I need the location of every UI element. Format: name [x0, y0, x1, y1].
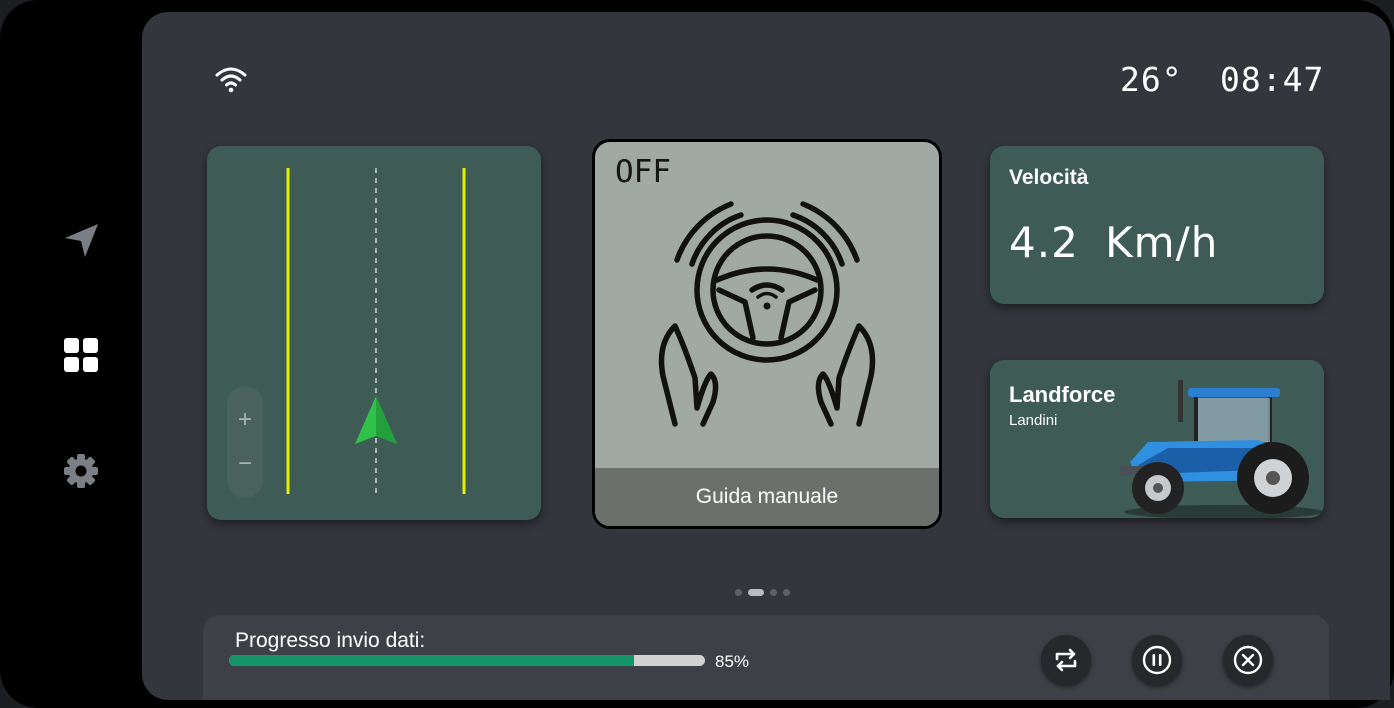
sidebar	[0, 0, 142, 708]
dashboard-button[interactable]	[56, 330, 106, 380]
steering-mode-label: Guida manuale	[595, 468, 939, 526]
pause-button[interactable]	[1132, 635, 1182, 685]
tractor-image	[1120, 380, 1324, 518]
page-indicator	[735, 588, 790, 596]
gear-icon	[64, 454, 98, 488]
cancel-button[interactable]	[1223, 635, 1273, 685]
upload-percent: 85%	[715, 652, 750, 671]
speed-card: Velocità 4.2 Km/h	[990, 146, 1324, 304]
upload-progress-track	[229, 655, 705, 666]
map-card[interactable]: + −	[207, 146, 541, 520]
zoom-in-button[interactable]: +	[227, 406, 263, 434]
vehicle-brand: Landini	[1009, 412, 1058, 429]
temperature: 26°	[1120, 60, 1183, 99]
navigation-button[interactable]	[56, 215, 106, 265]
pause-circle-icon	[1142, 645, 1172, 675]
page-dot[interactable]	[735, 588, 742, 596]
hands-on-steering-wheel-icon	[658, 201, 876, 427]
wifi-status	[214, 64, 248, 94]
page-dot-active[interactable]	[748, 588, 764, 596]
direction-arrow-icon	[355, 396, 397, 444]
repeat-icon	[1055, 648, 1077, 672]
vehicle-card[interactable]: Landforce Landini	[990, 360, 1324, 518]
page-dot[interactable]	[783, 588, 790, 596]
dashboard-icon	[64, 338, 98, 372]
upload-progress-fill	[229, 655, 634, 666]
zoom-control: + −	[227, 386, 263, 498]
steering-mode-card[interactable]: OFF Guida manuale	[592, 139, 942, 529]
clock: 08:47	[1220, 60, 1325, 99]
close-circle-icon	[1233, 645, 1263, 675]
upload-panel: Progresso invio dati: 85%	[203, 615, 1329, 700]
settings-button[interactable]	[56, 446, 106, 496]
wifi-icon	[215, 67, 247, 93]
main-screen: 26° 08:47 + − OFF Guida manuale Velocità…	[142, 12, 1390, 700]
page-dot[interactable]	[770, 588, 777, 596]
speed-value: 4.2 Km/h	[1009, 218, 1219, 267]
navigation-icon	[65, 224, 98, 257]
upload-label: Progresso invio dati:	[235, 629, 426, 652]
speed-title: Velocità	[1009, 166, 1089, 189]
zoom-out-button[interactable]: −	[227, 450, 263, 478]
retry-button[interactable]	[1041, 635, 1091, 685]
vehicle-model: Landforce	[1009, 382, 1116, 407]
